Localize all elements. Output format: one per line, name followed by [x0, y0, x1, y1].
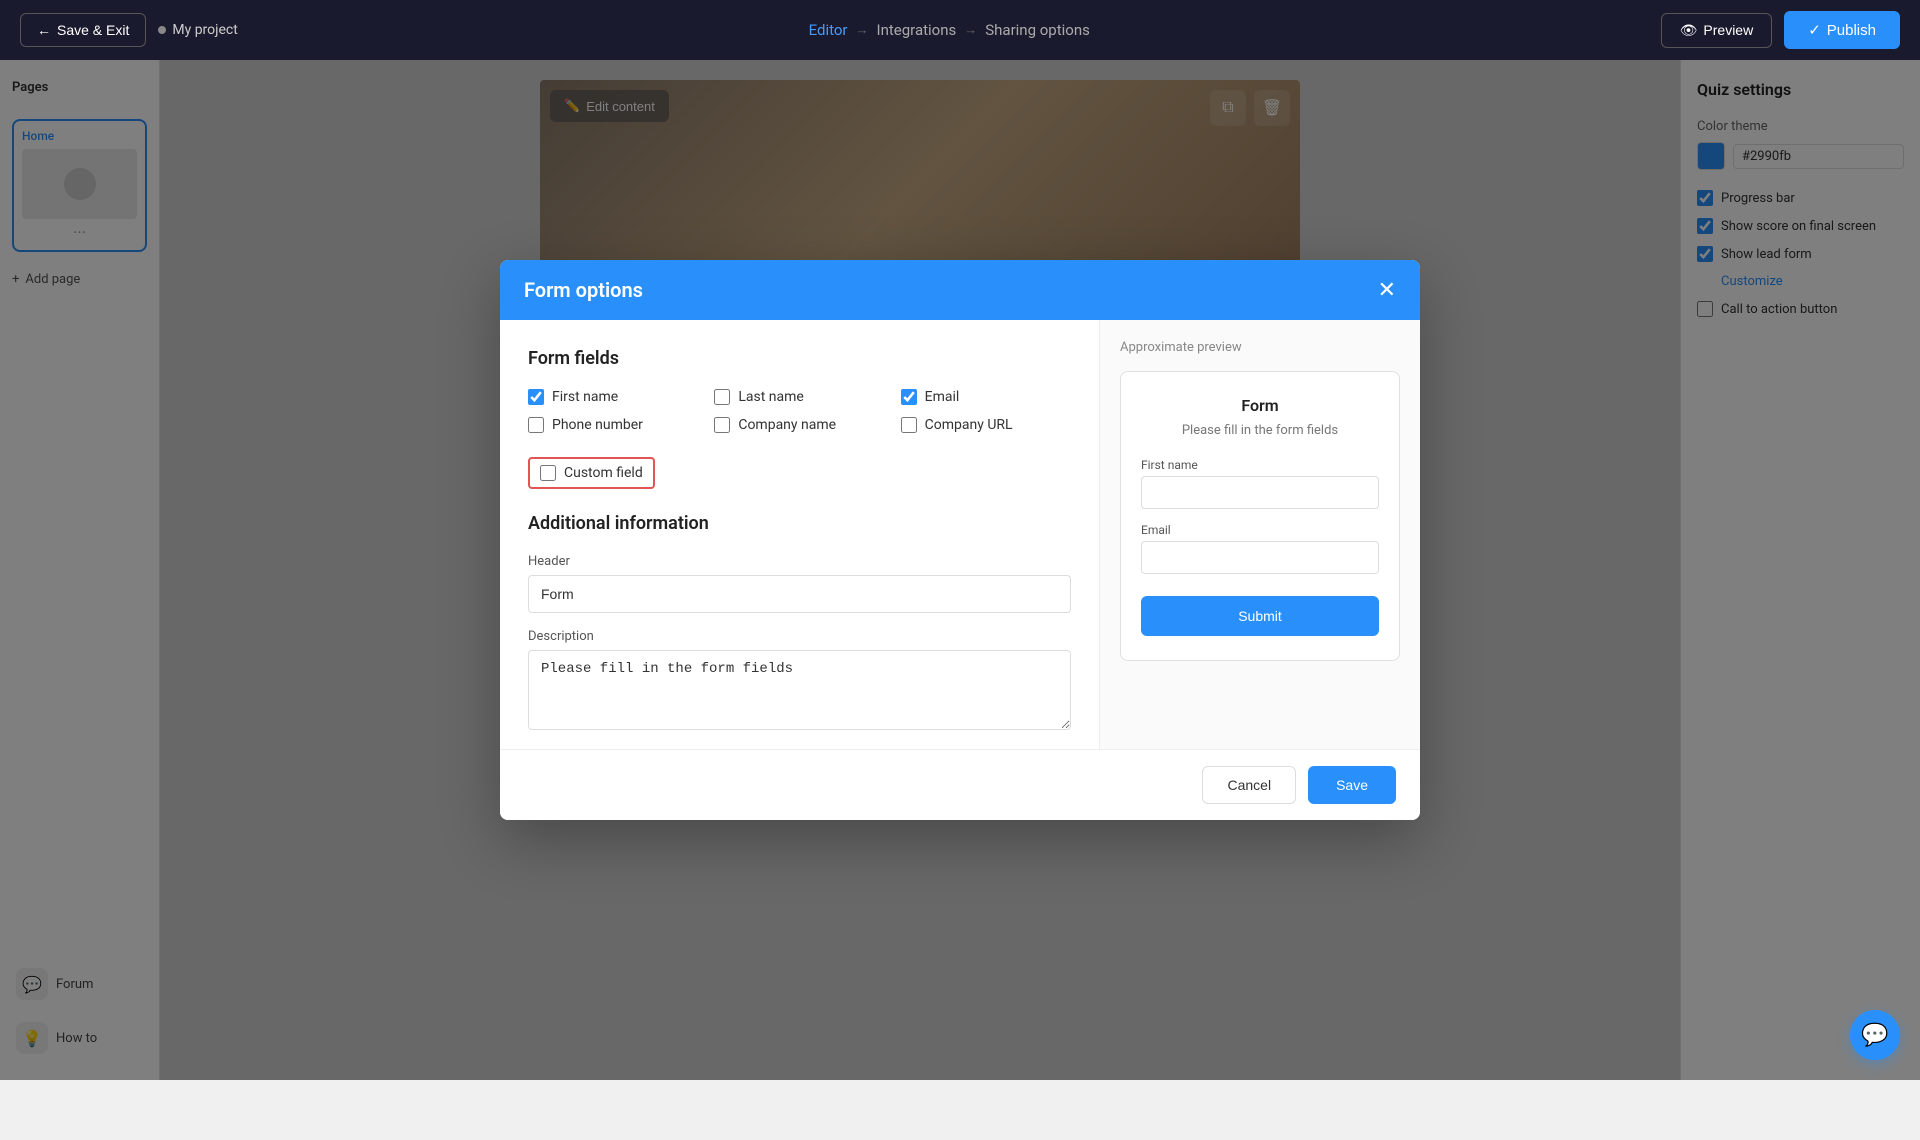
- first-name-label: First name: [552, 389, 618, 405]
- company-url-checkbox[interactable]: [901, 417, 917, 433]
- preview-card-desc: Please fill in the form fields: [1141, 423, 1379, 438]
- sharing-step[interactable]: Sharing options: [985, 21, 1090, 39]
- modal-right-panel: Approximate preview Form Please fill in …: [1100, 320, 1420, 749]
- custom-field-label: Custom field: [564, 465, 643, 481]
- email-field-item: Email: [901, 389, 1071, 405]
- fields-grid: First name Last name Email Phone number: [528, 389, 1071, 433]
- preview-button[interactable]: 👁 Preview: [1661, 13, 1773, 48]
- topnav-left: ← Save & Exit My project: [20, 13, 238, 47]
- modal-body: Form fields First name Last name Email: [500, 320, 1420, 749]
- last-name-label: Last name: [738, 389, 803, 405]
- preview-submit-button[interactable]: Submit: [1141, 596, 1379, 636]
- preview-first-name-label: First name: [1141, 458, 1379, 472]
- first-name-checkbox[interactable]: [528, 389, 544, 405]
- first-name-field-item: First name: [528, 389, 698, 405]
- cancel-button[interactable]: Cancel: [1202, 766, 1296, 804]
- email-checkbox[interactable]: [901, 389, 917, 405]
- topnav-right: 👁 Preview ✓ Publish: [1661, 11, 1900, 49]
- header-input[interactable]: [528, 575, 1071, 613]
- modal-close-button[interactable]: ✕: [1378, 279, 1396, 301]
- company-url-field-item: Company URL: [901, 417, 1071, 433]
- preview-label: Approximate preview: [1120, 340, 1400, 355]
- publish-button[interactable]: ✓ Publish: [1784, 11, 1900, 49]
- preview-email-group: Email: [1141, 523, 1379, 574]
- editor-step[interactable]: Editor: [809, 21, 848, 39]
- company-url-label: Company URL: [925, 417, 1013, 433]
- dot-icon: [158, 26, 166, 34]
- custom-field-checkbox[interactable]: [540, 465, 556, 481]
- preview-email-label: Email: [1141, 523, 1379, 537]
- check-icon: ✓: [1808, 21, 1821, 39]
- arrow-icon-1: →: [856, 22, 869, 38]
- preview-email-input[interactable]: [1141, 541, 1379, 574]
- modal-left-panel: Form fields First name Last name Email: [500, 320, 1100, 749]
- header-field-label: Header: [528, 554, 1071, 569]
- last-name-field-item: Last name: [714, 389, 884, 405]
- modal-footer: Cancel Save: [500, 749, 1420, 820]
- arrow-icon-2: →: [964, 22, 977, 38]
- company-name-checkbox[interactable]: [714, 417, 730, 433]
- company-name-field-item: Company name: [714, 417, 884, 433]
- phone-field-item: Phone number: [528, 417, 698, 433]
- chat-bubble-button[interactable]: 💬: [1850, 1010, 1900, 1060]
- description-textarea[interactable]: Please fill in the form fields: [528, 650, 1071, 730]
- preview-card: Form Please fill in the form fields Firs…: [1120, 371, 1400, 661]
- additional-info-title: Additional information: [528, 513, 1071, 534]
- email-label: Email: [925, 389, 960, 405]
- last-name-checkbox[interactable]: [714, 389, 730, 405]
- preview-first-name-input[interactable]: [1141, 476, 1379, 509]
- save-button[interactable]: Save: [1308, 766, 1396, 804]
- modal-title: Form options: [524, 278, 643, 302]
- additional-info-section: Additional information Header Descriptio…: [528, 513, 1071, 734]
- form-fields-title: Form fields: [528, 348, 1071, 369]
- custom-field-item: Custom field: [528, 457, 655, 489]
- chat-bubble-icon: 💬: [1861, 1023, 1888, 1048]
- company-name-label: Company name: [738, 417, 836, 433]
- form-options-modal: Form options ✕ Form fields First name La…: [500, 260, 1420, 820]
- modal-header: Form options ✕: [500, 260, 1420, 320]
- preview-first-name-group: First name: [1141, 458, 1379, 509]
- eye-icon: 👁: [1680, 22, 1698, 39]
- preview-card-title: Form: [1141, 396, 1379, 415]
- description-field-group: Description Please fill in the form fiel…: [528, 629, 1071, 734]
- topnav-center: Editor → Integrations → Sharing options: [809, 21, 1090, 39]
- description-field-label: Description: [528, 629, 1071, 644]
- top-navigation: ← Save & Exit My project Editor → Integr…: [0, 0, 1920, 60]
- phone-checkbox[interactable]: [528, 417, 544, 433]
- save-exit-button[interactable]: ← Save & Exit: [20, 13, 146, 47]
- arrow-left-icon: ←: [37, 22, 51, 38]
- phone-label: Phone number: [552, 417, 643, 433]
- header-field-group: Header: [528, 554, 1071, 613]
- integrations-step[interactable]: Integrations: [877, 21, 957, 39]
- project-name: My project: [158, 22, 237, 38]
